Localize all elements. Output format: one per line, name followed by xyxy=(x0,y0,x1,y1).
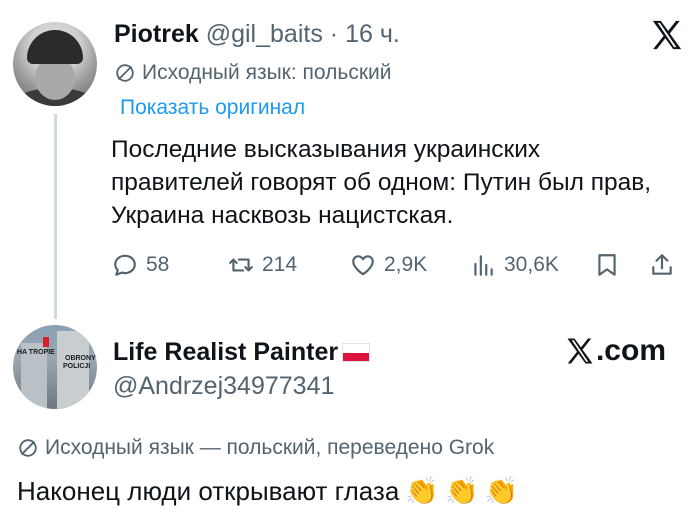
repost-button[interactable]: 214 xyxy=(228,252,297,278)
source-language-row: Исходный язык: польский xyxy=(114,61,391,85)
avatar-flag xyxy=(43,337,49,347)
avatar[interactable] xyxy=(13,22,97,106)
like-button[interactable]: 2,9K xyxy=(350,252,427,278)
like-count: 2,9K xyxy=(384,253,428,276)
display-name-row: Life Realist Painter xyxy=(113,338,371,367)
translate-icon xyxy=(19,439,37,457)
views-count: 30,6K xyxy=(504,253,559,276)
avatar-text: HA TROPIE xyxy=(17,349,55,356)
tweet-text-body: Наконец люди открывают глаза xyxy=(17,476,400,506)
source-language-row: Исходный язык — польский, переведено Gro… xyxy=(17,436,494,460)
x-logo-icon xyxy=(652,20,682,50)
reply-button[interactable]: 58 xyxy=(112,252,169,278)
bookmark-button[interactable] xyxy=(594,252,620,278)
like-icon xyxy=(352,255,374,276)
clapping-hands-icon: 👏 xyxy=(484,476,519,506)
tweet-text: Наконец люди открывают глаза 👏 👏 👏 xyxy=(17,476,518,507)
share-icon xyxy=(652,254,672,275)
tweet-timestamp[interactable]: 16 ч. xyxy=(345,20,400,48)
tweet-text: Последние высказывания украинских правит… xyxy=(111,136,652,229)
user-handle[interactable]: @Andrzej34977341 xyxy=(113,372,334,401)
poland-flag-icon xyxy=(342,343,371,362)
display-name[interactable]: Piotrek xyxy=(114,20,199,48)
avatar-text: POLICJI xyxy=(63,363,91,370)
x-com-watermark: .com xyxy=(565,334,666,368)
clapping-hands-icon: 👏 xyxy=(444,476,479,506)
tweet-actions: 58 214 2,9K 30,6K xyxy=(112,252,682,282)
show-original-link[interactable]: Показать оригинал xyxy=(120,96,305,120)
thread-line xyxy=(54,114,57,319)
tweet-header: Piotrek @gil_baits · 16 ч. xyxy=(114,20,400,49)
share-button[interactable] xyxy=(649,252,675,278)
source-language-label: Исходный язык: польский xyxy=(142,61,392,84)
reply-icon xyxy=(114,254,136,276)
clapping-hands-icon: 👏 xyxy=(405,476,439,506)
translate-icon xyxy=(116,64,134,82)
repost-icon xyxy=(229,258,253,272)
avatar[interactable]: HA TROPIE OBRONY POLICJI xyxy=(13,325,97,409)
views-icon xyxy=(474,255,493,276)
reply-count: 58 xyxy=(146,253,170,276)
display-name[interactable]: Life Realist Painter xyxy=(113,338,338,367)
bookmark-icon xyxy=(598,254,616,276)
avatar-building xyxy=(57,331,89,409)
user-handle[interactable]: @gil_baits xyxy=(206,20,323,48)
repost-count: 214 xyxy=(262,253,298,276)
avatar-hat xyxy=(27,30,83,64)
source-language-label: Исходный язык — польский, переведено Gro… xyxy=(45,436,495,459)
separator-dot: · xyxy=(329,20,339,48)
x-logo-icon xyxy=(567,338,593,364)
views-button[interactable]: 30,6K xyxy=(470,252,559,278)
site-label: .com xyxy=(595,334,666,367)
avatar-text: OBRONY xyxy=(65,355,96,362)
